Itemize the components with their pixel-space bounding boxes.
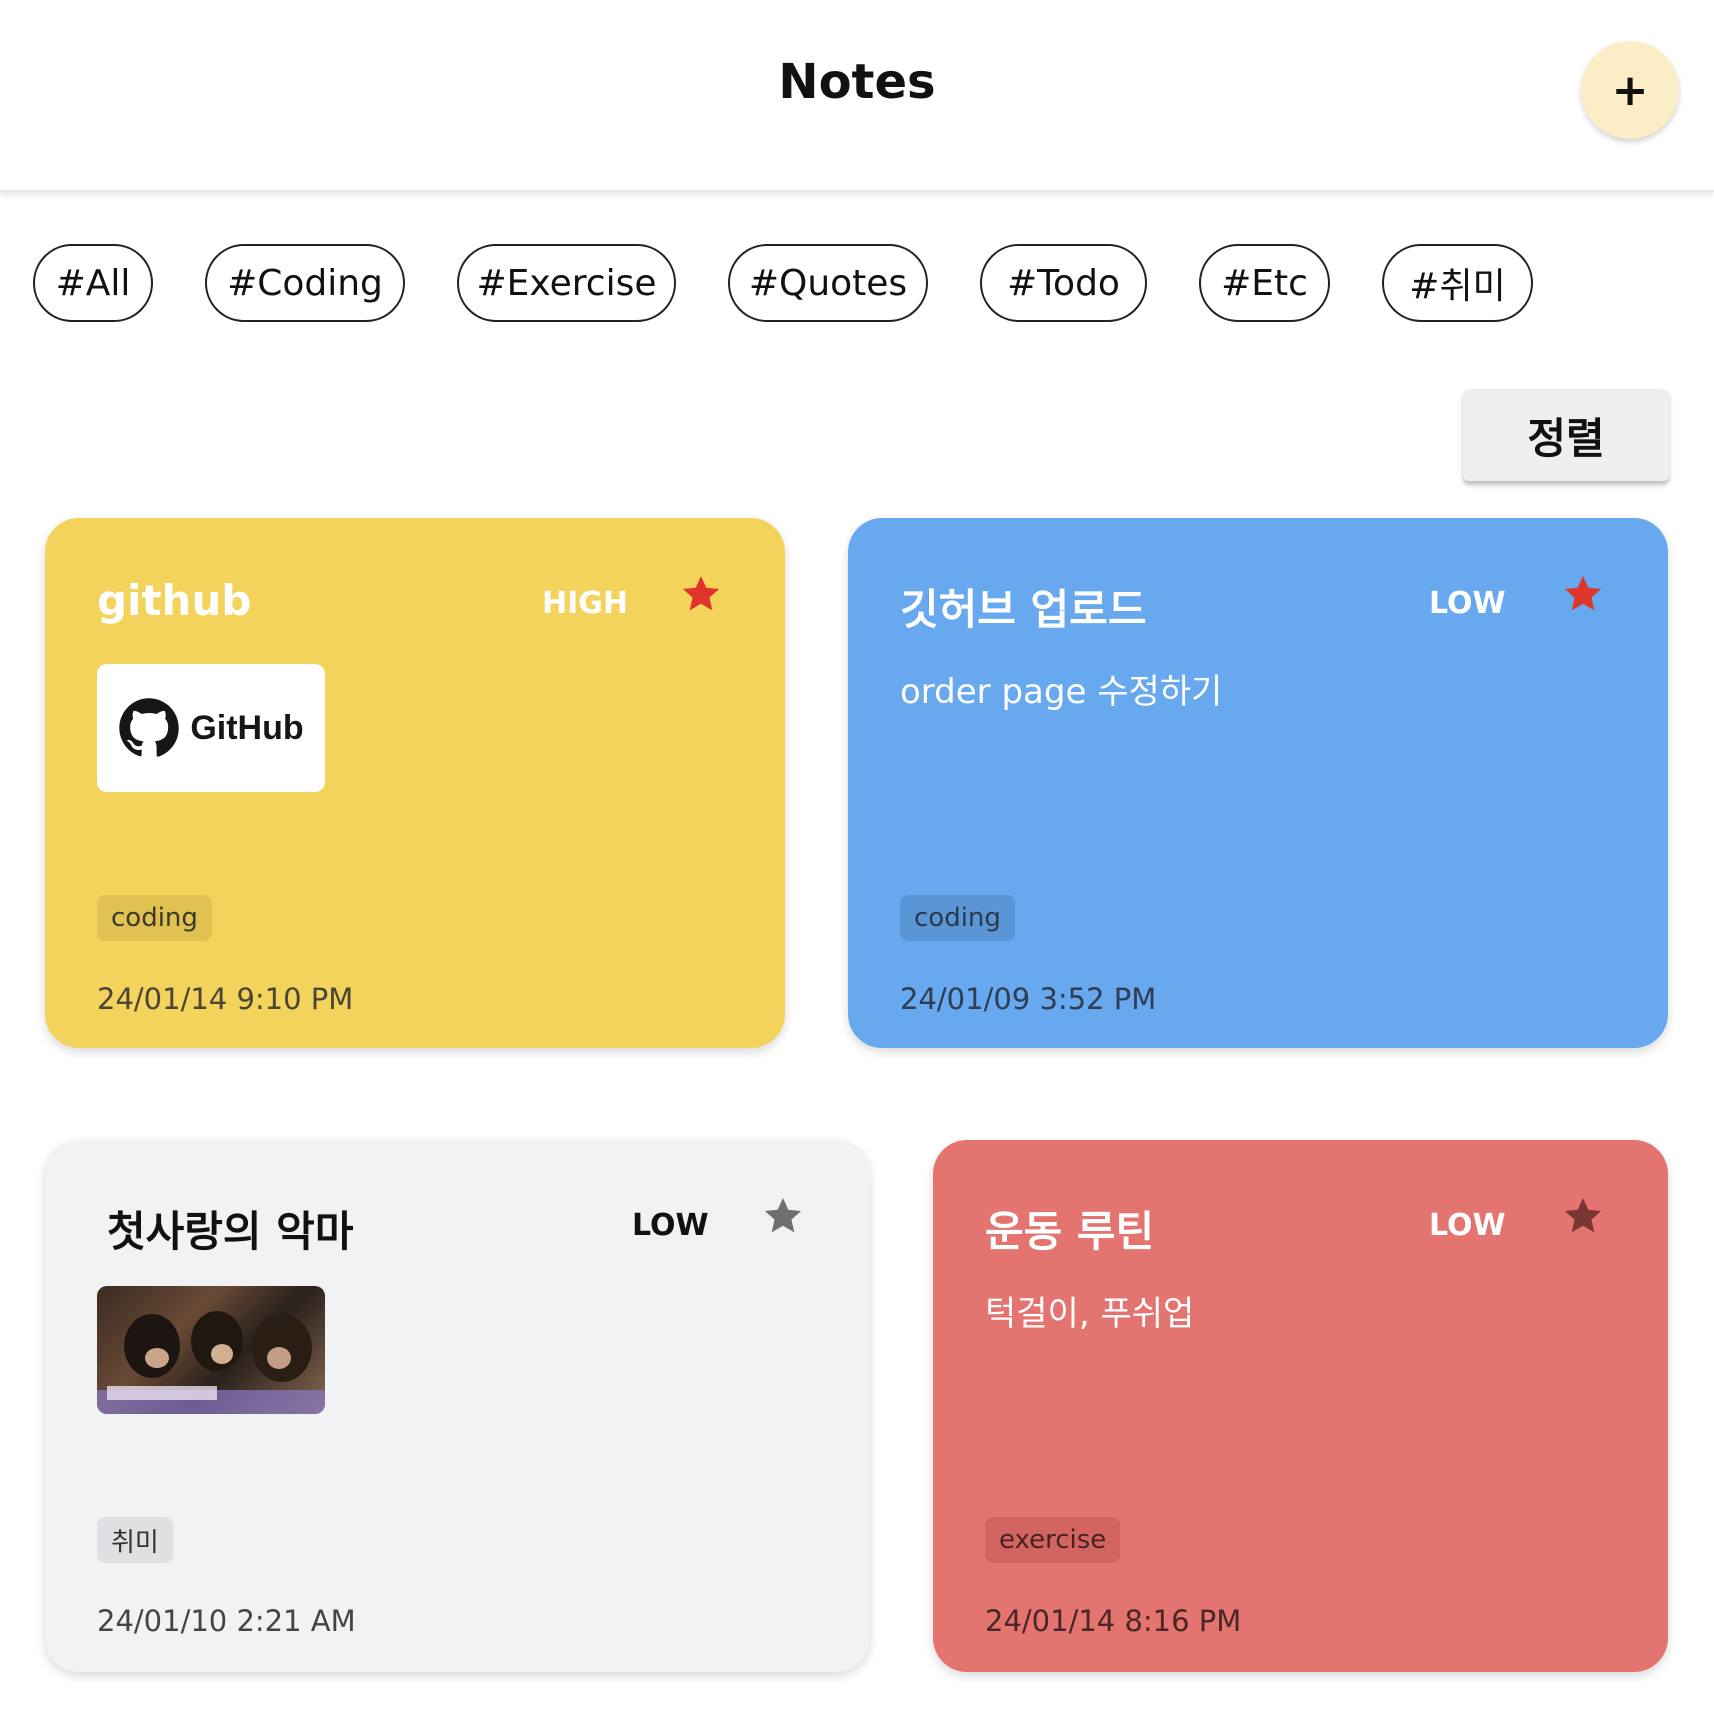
app-header: Notes + [0,0,1714,192]
filter-tag-exercise[interactable]: #Exercise [457,244,676,322]
filter-tag-etc[interactable]: #Etc [1199,244,1330,322]
filter-tag-all[interactable]: #All [33,244,153,322]
note-date: 24/01/09 3:52 PM [900,982,1157,1016]
filter-tag-quotes[interactable]: #Quotes [728,244,928,322]
note-priority: LOW [632,1208,709,1243]
note-card[interactable]: 첫사랑의 악마 LOW 취미 24/01/10 2:21 AM [45,1140,870,1672]
github-logo-icon [119,698,180,757]
note-card[interactable]: 운동 루틴 LOW 턱걸이, 푸쉬업 exercise 24/01/14 8:1… [933,1140,1668,1672]
note-title: 깃허브 업로드 [900,585,1147,634]
note-body: order page 수정하기 [900,672,1223,712]
note-priority: LOW [1429,586,1506,621]
note-image: GitHub [97,664,325,792]
filter-tag-todo[interactable]: #Todo [980,244,1147,322]
page-title: Notes [778,54,936,110]
star-icon[interactable] [1561,1194,1605,1238]
note-title: github [97,576,252,625]
note-tag: 취미 [97,1517,173,1563]
note-date: 24/01/10 2:21 AM [97,1604,356,1638]
note-date: 24/01/14 9:10 PM [97,982,354,1016]
note-title: 첫사랑의 악마 [107,1207,354,1256]
note-card[interactable]: github HIGH GitHub coding 24/01/14 9:10 … [45,518,785,1048]
filter-tag-coding[interactable]: #Coding [205,244,405,322]
note-image [97,1286,325,1414]
note-date: 24/01/14 8:16 PM [985,1604,1242,1638]
note-tag: coding [97,895,212,941]
sort-button[interactable]: 정렬 [1463,389,1669,481]
note-tag: exercise [985,1517,1121,1563]
star-icon[interactable] [1561,572,1605,616]
note-tag: coding [900,895,1015,941]
filter-tag-hobby[interactable]: #취미 [1382,244,1533,322]
add-note-button[interactable]: + [1581,41,1679,139]
star-icon[interactable] [761,1194,805,1238]
note-title: 운동 루틴 [985,1207,1155,1256]
note-priority: HIGH [542,586,629,621]
photo-thumbnail-icon [97,1311,325,1414]
note-card[interactable]: 깃허브 업로드 LOW order page 수정하기 coding 24/01… [848,518,1668,1048]
note-body: 턱걸이, 푸쉬업 [985,1294,1195,1334]
note-priority: LOW [1429,1208,1506,1243]
star-icon[interactable] [679,572,723,616]
github-logo-text: GitHub [190,708,304,747]
